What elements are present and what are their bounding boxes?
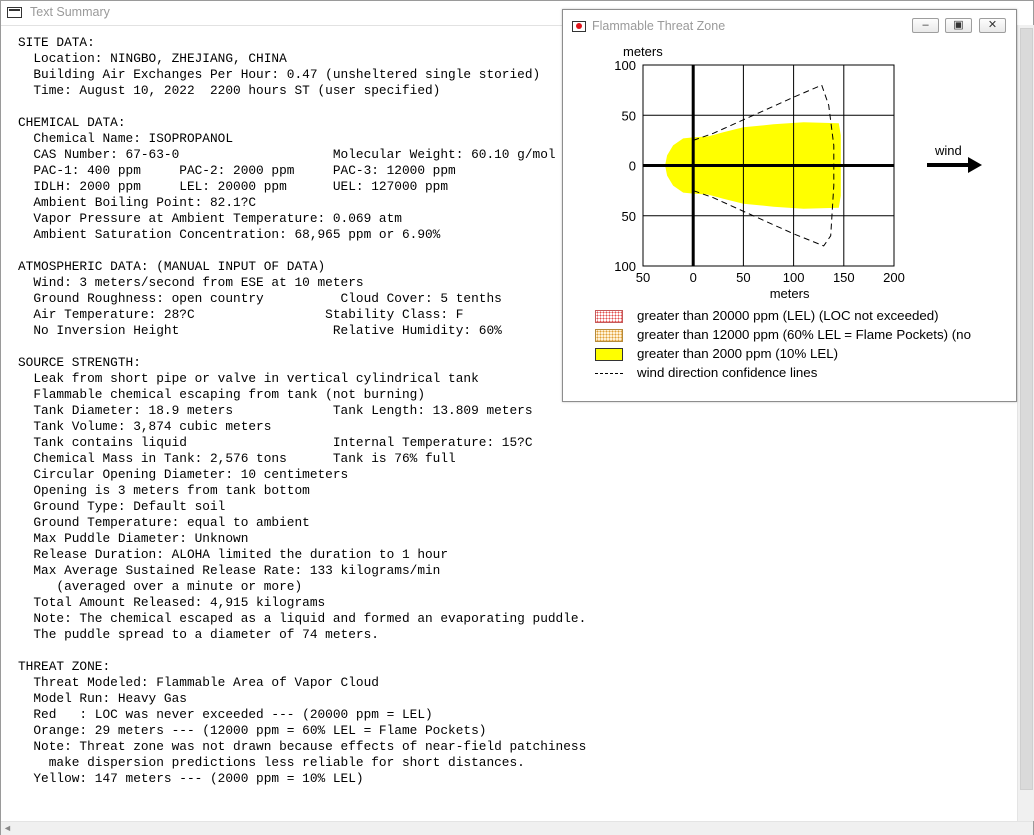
y-tick-label: 0 [629,159,636,174]
summary-line: Tank contains liquid Internal Temperatur… [18,435,533,450]
wind-label: wind [934,143,962,158]
summary-line: Red : LOC was never exceeded --- (20000 … [18,707,433,722]
summary-line: Flammable chemical escaping from tank (n… [18,387,426,402]
summary-line: Release Duration: ALOHA limited the dura… [18,547,449,562]
summary-line: Model Run: Heavy Gas [18,691,187,706]
summary-line: Max Puddle Diameter: Unknown [18,531,249,546]
minimize-button[interactable]: – [912,18,939,33]
summary-line: make dispersion predictions less reliabl… [18,755,525,770]
summary-line: The puddle spread to a diameter of 74 me… [18,627,379,642]
yellow-zone-swatch [595,348,623,361]
x-axis-label: meters [770,286,810,301]
x-tick-label: 200 [883,270,905,285]
threat-zone-titlebar[interactable]: Flammable Threat Zone – ▣ ✕ [563,10,1016,41]
x-tick-label: 0 [690,270,697,285]
summary-line: (averaged over a minute or more) [18,579,303,594]
legend-label-wind-lines: wind direction confidence lines [637,365,818,380]
summary-line: Max Average Sustained Release Rate: 133 … [18,563,441,578]
summary-line: Ground Temperature: equal to ambient [18,515,310,530]
summary-line: THREAT ZONE: [18,659,111,674]
summary-line: Chemical Name: ISOPROPANOL [18,131,234,146]
summary-line: Ambient Boiling Point: 82.1?C [18,195,257,210]
maximize-icon: ▣ [953,19,964,31]
summary-line: Opening is 3 meters from tank bottom [18,483,310,498]
summary-line: Tank Volume: 3,874 cubic meters [18,419,272,434]
summary-line: No Inversion Height Relative Humidity: 6… [18,323,502,338]
summary-line: CAS Number: 67-63-0 Molecular Weight: 60… [18,147,556,162]
summary-line: Building Air Exchanges Per Hour: 0.47 (u… [18,67,541,82]
summary-line: Total Amount Released: 4,915 kilograms [18,595,326,610]
horizontal-scrollbar[interactable]: ◄ [1,821,1033,835]
summary-line: Wind: 3 meters/second from ESE at 10 met… [18,275,364,290]
threat-zone-plot: 50 0 50 100 150 20010050050100metersmeterswin… [614,44,982,301]
summary-line: Threat Modeled: Flammable Area of Vapor … [18,675,379,690]
scrollbar-thumb[interactable] [1020,28,1033,790]
summary-line: PAC-1: 400 ppm PAC-2: 2000 ppm PAC-3: 12… [18,163,456,178]
x-tick-label: 100 [783,270,805,285]
x-tick-label: 50 [736,270,750,285]
window-title: Text Summary [30,5,110,19]
dashed-line-swatch [595,373,623,374]
summary-line: Tank Diameter: 18.9 meters Tank Length: … [18,403,533,418]
close-button[interactable]: ✕ [979,18,1006,33]
summary-line: Circular Opening Diameter: 10 centimeter… [18,467,349,482]
y-tick-label: 100 [614,259,636,274]
summary-line: Yellow: 147 meters --- (2000 ppm = 10% L… [18,771,364,786]
legend-label-yellow: greater than 2000 ppm (10% LEL) [637,346,839,361]
summary-line: Ground Roughness: open country Cloud Cov… [18,291,502,306]
summary-line: Ground Type: Default soil [18,499,226,514]
summary-line: Note: The chemical escaped as a liquid a… [18,611,587,626]
summary-line: ATMOSPHERIC DATA: (MANUAL INPUT OF DATA) [18,259,326,274]
threat-zone-app-icon[interactable] [572,21,586,32]
y-tick-label: 100 [614,58,636,73]
flammable-threat-zone-window: Flammable Threat Zone – ▣ ✕ 50 0 50 100 150 2… [562,9,1017,402]
close-icon: ✕ [987,19,998,31]
summary-line: Orange: 29 meters --- (12000 ppm = 60% L… [18,723,487,738]
minimize-icon: – [922,19,929,31]
text-summary-content: SITE DATA: Location: NINGBO, ZHEJIANG, C… [18,35,586,787]
legend-label-red: greater than 20000 ppm (LEL) (LOC not ex… [637,308,939,323]
summary-line: Vapor Pressure at Ambient Temperature: 0… [18,211,402,226]
summary-line: Note: Threat zone was not drawn because … [18,739,587,754]
scroll-left-arrow-icon[interactable]: ◄ [3,823,12,833]
summary-line: SOURCE STRENGTH: [18,355,141,370]
summary-line: SITE DATA: [18,35,95,50]
vertical-scrollbar[interactable] [1017,25,1034,821]
maximize-button[interactable]: ▣ [945,18,972,33]
legend-label-orange: greater than 12000 ppm (60% LEL = Flame … [637,327,971,342]
summary-line: CHEMICAL DATA: [18,115,126,130]
x-tick-label: 50 [636,270,650,285]
summary-line: IDLH: 2000 ppm LEL: 20000 ppm UEL: 12700… [18,179,449,194]
red-zone-swatch [595,310,623,323]
y-tick-label: 50 [622,209,636,224]
threat-zone-title: Flammable Threat Zone [592,19,726,33]
y-tick-label: 50 [622,108,636,123]
summary-line: Air Temperature: 28?C Stability Class: F [18,307,464,322]
window-app-icon[interactable] [7,7,22,18]
orange-zone-swatch [595,329,623,342]
summary-line: Time: August 10, 2022 2200 hours ST (use… [18,83,441,98]
x-tick-label: 150 [833,270,855,285]
summary-line: Location: NINGBO, ZHEJIANG, CHINA [18,51,287,66]
summary-line: Chemical Mass in Tank: 2,576 tons Tank i… [18,451,456,466]
summary-line: Leak from short pipe or valve in vertica… [18,371,479,386]
summary-line: Ambient Saturation Concentration: 68,965… [18,227,441,242]
wind-arrow-icon [968,157,982,173]
y-axis-label: meters [623,44,663,59]
